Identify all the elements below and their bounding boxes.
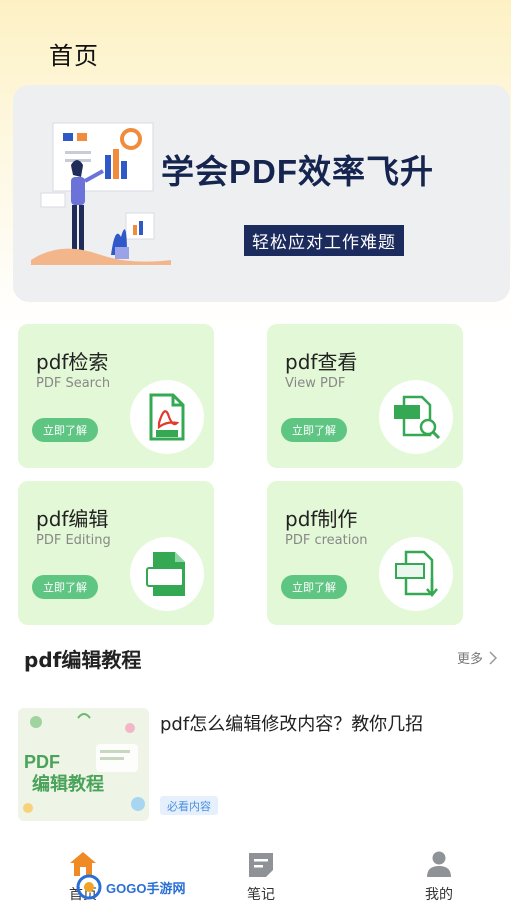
more-label: 更多 (457, 652, 484, 667)
card-pdf-creation[interactable]: pdf制作 PDF creation 立即了解 (267, 481, 463, 625)
tab-profile[interactable]: 我的 (409, 850, 469, 904)
note-icon (249, 853, 273, 877)
card-pdf-search[interactable]: pdf检索 PDF Search 立即了解 (18, 324, 214, 468)
article-thumbnail[interactable]: PDF 编辑教程 (18, 708, 149, 821)
article-title[interactable]: pdf怎么编辑修改内容？教你几招 (160, 710, 423, 736)
card-subtitle: PDF Search (36, 376, 111, 391)
tab-label: 笔记 (247, 887, 275, 903)
banner-subtitle: 轻松应对工作难题 (244, 225, 404, 256)
gogo-logo-icon (76, 874, 102, 900)
learn-more-button[interactable]: 立即了解 (281, 418, 347, 442)
user-icon (427, 851, 451, 877)
page-title: 首页 (49, 42, 99, 70)
article-tag: 必看内容 (160, 796, 218, 815)
card-title: pdf编辑 (36, 507, 109, 531)
card-subtitle: PDF Editing (36, 533, 111, 548)
watermark-logo: GOGO手游网 (76, 874, 185, 900)
card-subtitle: View PDF (285, 376, 346, 391)
tab-label: 我的 (425, 887, 453, 903)
tab-notes[interactable]: 笔记 (231, 850, 291, 904)
learn-more-button[interactable]: 立即了解 (32, 575, 98, 599)
card-title: pdf制作 (285, 507, 358, 531)
pdf-file-icon (130, 380, 204, 454)
presenter-illustration-icon (31, 122, 171, 265)
pdf-edit-icon (130, 537, 204, 611)
learn-more-button[interactable]: 立即了解 (32, 418, 98, 442)
card-title: pdf查看 (285, 350, 358, 374)
watermark-text: GOGO手游网 (106, 880, 186, 896)
pdf-view-icon (379, 380, 453, 454)
section-title: pdf编辑教程 (24, 648, 142, 672)
pdf-create-icon (379, 537, 453, 611)
banner-headline: 学会PDF效率飞升 (161, 153, 434, 190)
more-link[interactable]: 更多 (457, 648, 498, 667)
card-title: pdf检索 (36, 350, 109, 374)
card-view-pdf[interactable]: pdf查看 View PDF 立即了解 (267, 324, 463, 468)
chevron-right-icon (489, 650, 498, 665)
promo-banner[interactable]: 学会PDF效率飞升 轻松应对工作难题 (13, 85, 510, 302)
card-pdf-editing[interactable]: pdf编辑 PDF Editing 立即了解 (18, 481, 214, 625)
learn-more-button[interactable]: 立即了解 (281, 575, 347, 599)
card-subtitle: PDF creation (285, 533, 368, 548)
thumb-text-tutorial: 编辑教程 (32, 774, 104, 795)
